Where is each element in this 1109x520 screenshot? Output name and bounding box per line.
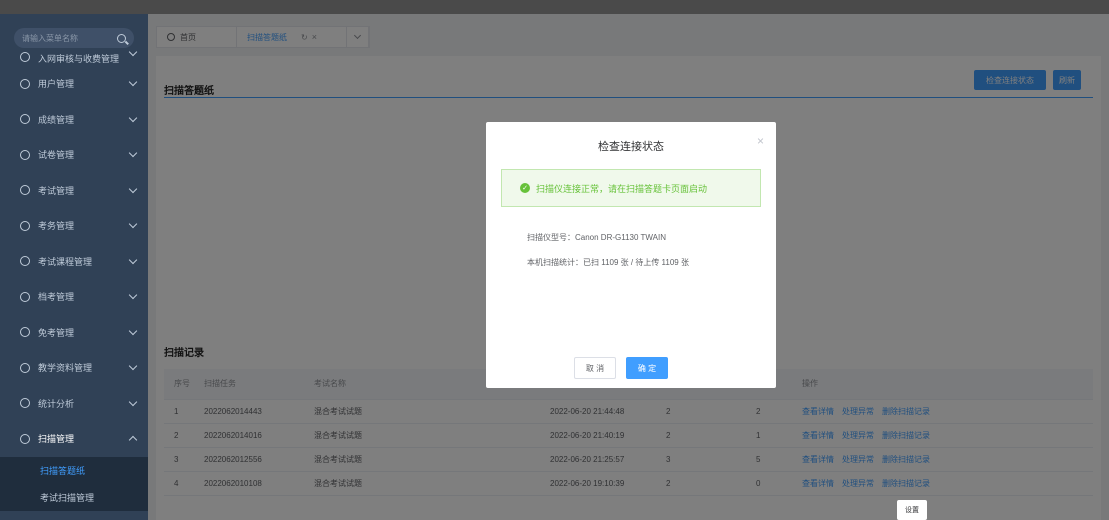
confirm-button[interactable]: 确 定	[626, 357, 668, 379]
chevron-icon	[128, 78, 138, 87]
tooltip: 设置	[897, 500, 927, 520]
chevron-icon	[128, 149, 138, 158]
scan-count: 本机扫描统计：已扫 1109 张 / 待上传 1109 张	[527, 258, 689, 267]
sidebar-subitem[interactable]: 扫描答题纸	[0, 457, 148, 484]
sidebar-item[interactable]: 考务管理	[0, 208, 148, 244]
sidebar-item-label: 考务管理	[38, 221, 75, 232]
sidebar-item-label: 扫描管理	[38, 434, 75, 445]
chevron-icon	[128, 113, 138, 122]
menu-icon	[20, 291, 30, 302]
sidebar-item-label: 试卷管理	[38, 150, 75, 161]
sidebar-item-label: 免考管理	[38, 327, 75, 338]
menu-icon	[20, 78, 30, 89]
menu-icon	[20, 114, 30, 125]
chevron-icon	[128, 184, 138, 193]
sidebar-item-label: 用户管理	[38, 79, 75, 90]
menu-icon	[20, 327, 30, 338]
chevron-icon	[128, 397, 138, 406]
sidebar-item[interactable]: 免考管理	[0, 315, 148, 351]
scanner-model: 扫描仪型号：Canon DR-G1130 TWAIN	[527, 233, 666, 242]
sidebar-menu: 入网审核与收费管理 用户管理成绩管理试卷管理考试管理考务管理考试课程管理 档考管理免…	[0, 47, 148, 511]
sidebar-item[interactable]: 教学资料管理	[0, 350, 148, 386]
search-icon[interactable]	[117, 33, 126, 43]
check-circle-icon: ✓	[520, 183, 530, 193]
menu-icon	[20, 433, 30, 444]
sidebar-item[interactable]: 扫描管理	[0, 421, 148, 457]
sidebar-item-label: 考试课程管理	[38, 256, 93, 267]
sidebar-item-label: 成绩管理	[38, 114, 75, 125]
menu-icon	[20, 362, 30, 373]
chevron-icon	[128, 47, 138, 57]
chevron-icon	[128, 255, 138, 264]
sidebar-item-label: 教学资料管理	[38, 363, 93, 374]
sidebar-item[interactable]: 成绩管理	[0, 102, 148, 138]
sidebar: 入网审核与收费管理用户管理成绩管理试卷管理考试管理考务管理考试课程管理档考管理免…	[0, 14, 148, 520]
sidebar-submenu: 扫描答题纸 考试扫描管理	[0, 456, 148, 511]
menu-search-input[interactable]	[22, 33, 117, 43]
top-bar	[0, 0, 1109, 14]
menu-icon	[20, 185, 30, 196]
sidebar-item-label: 考试管理	[38, 185, 75, 196]
menu-icon	[20, 149, 30, 160]
dialog-title: 检查连接状态	[598, 141, 664, 153]
chevron-icon	[128, 436, 138, 445]
sidebar-item[interactable]: 考试管理	[0, 173, 148, 209]
sidebar-item[interactable]: 入网审核与收费管理	[0, 47, 148, 66]
menu-icon	[20, 256, 30, 267]
check-connection-dialog: 检查连接状态 × ✓ 扫描仪连接正常，请在扫描答题卡页面启动 扫描仪型号：Can…	[486, 122, 776, 388]
sidebar-item-label: 统计分析	[38, 398, 75, 409]
cancel-button[interactable]: 取 消	[574, 357, 616, 379]
menu-icon	[20, 398, 30, 409]
close-icon[interactable]: ×	[757, 134, 764, 148]
sidebar-item[interactable]: 试卷管理	[0, 137, 148, 173]
sidebar-item-label: 档考管理	[38, 292, 75, 303]
success-text: 扫描仪连接正常，请在扫描答题卡页面启动	[536, 183, 708, 194]
chevron-icon	[128, 326, 138, 335]
sidebar-item[interactable]: 用户管理	[0, 66, 148, 102]
chevron-icon	[128, 291, 138, 300]
sidebar-item[interactable]: 考试课程管理	[0, 244, 148, 280]
success-alert: ✓ 扫描仪连接正常，请在扫描答题卡页面启动	[501, 169, 761, 207]
chevron-icon	[128, 362, 138, 371]
sidebar-item[interactable]: 档考管理	[0, 279, 148, 315]
menu-search[interactable]	[14, 28, 134, 48]
sidebar-item[interactable]: 统计分析	[0, 386, 148, 422]
chevron-icon	[128, 220, 138, 229]
sidebar-item-label: 入网审核与收费管理	[38, 54, 120, 64]
menu-icon	[20, 52, 30, 62]
menu-icon	[20, 220, 30, 231]
sidebar-subitem[interactable]: 考试扫描管理	[0, 484, 148, 511]
